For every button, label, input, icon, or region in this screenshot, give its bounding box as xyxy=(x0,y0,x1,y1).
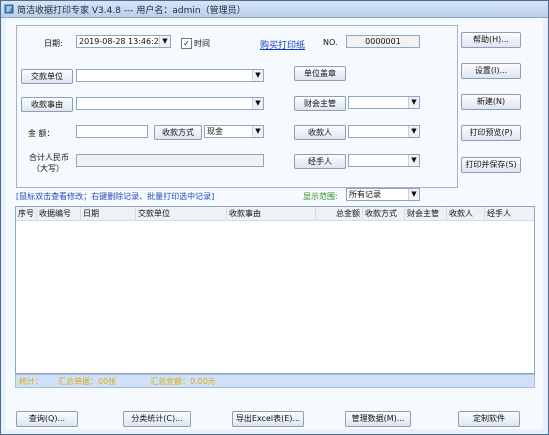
chevron-down-icon[interactable]: ▼ xyxy=(252,98,263,109)
column-receipt-number[interactable]: 收据编号 xyxy=(37,207,81,220)
payer-button[interactable]: 交款单位 xyxy=(21,69,73,84)
stamp-button[interactable]: 单位盖章 xyxy=(294,66,346,81)
checkmark-icon: ✓ xyxy=(183,39,190,48)
records-table[interactable]: 序号 收据编号 日期 交款单位 收款事由 总金额 收款方式 财会主管 收款人 经… xyxy=(15,206,535,374)
column-date[interactable]: 日期 xyxy=(81,207,136,220)
time-label: 时间 xyxy=(194,39,210,48)
payment-method-button[interactable]: 收款方式 xyxy=(154,125,202,140)
finance-manager-button[interactable]: 财会主管 xyxy=(294,96,346,111)
time-checkbox[interactable]: ✓ xyxy=(181,38,192,49)
help-button[interactable]: 帮助(H)... xyxy=(461,32,521,48)
manage-data-button[interactable]: 管理数据(M)... xyxy=(345,411,411,427)
column-reason[interactable]: 收款事由 xyxy=(227,207,316,220)
column-payment-method[interactable]: 收款方式 xyxy=(363,207,405,220)
export-excel-button[interactable]: 导出Excel表(E)... xyxy=(232,411,304,427)
main-window: 简洁收据打印专家 V3.4.8 --- 用户名：admin（管理员） 日期: 2… xyxy=(0,0,549,435)
chevron-down-icon[interactable]: ▼ xyxy=(159,36,170,47)
payment-method-select[interactable]: 现金 ▼ xyxy=(204,125,264,138)
chevron-down-icon[interactable]: ▼ xyxy=(408,189,419,200)
column-payee[interactable]: 收款人 xyxy=(447,207,485,220)
table-header: 序号 收据编号 日期 交款单位 收款事由 总金额 收款方式 财会主管 收款人 经… xyxy=(16,207,534,221)
custom-software-button[interactable]: 定制软件 xyxy=(458,411,520,427)
range-select[interactable]: 所有记录 ▼ xyxy=(346,188,420,201)
chevron-down-icon[interactable]: ▼ xyxy=(252,126,263,137)
amount-input[interactable] xyxy=(76,125,148,138)
total-rmb-note: （大写） xyxy=(32,164,64,173)
chevron-down-icon[interactable]: ▼ xyxy=(252,70,263,81)
total-rmb-label: 合计人民币 xyxy=(29,153,69,162)
status-label: 统计： xyxy=(19,377,43,386)
receipt-number-field: 0000001 xyxy=(346,35,420,48)
hint-text: [鼠标双击查看修改；右键删除记录、批量打印选中记录] xyxy=(16,192,215,201)
column-finance-manager[interactable]: 财会主管 xyxy=(405,207,447,220)
handler-select[interactable]: ▼ xyxy=(348,154,420,167)
payer-select[interactable]: ▼ xyxy=(76,69,264,82)
client-area: 日期: 2019-08-28 13:46:23 ▼ ✓ 时间 购买打印纸 NO.… xyxy=(6,18,543,429)
date-label: 日期: xyxy=(44,39,63,48)
handler-button[interactable]: 经手人 xyxy=(294,154,346,169)
print-save-button[interactable]: 打印并保存(S) xyxy=(461,157,521,173)
date-value: 2019-08-28 13:46:23 xyxy=(79,37,164,46)
date-picker[interactable]: 2019-08-28 13:46:23 ▼ xyxy=(76,35,171,48)
print-preview-button[interactable]: 打印预览(P) xyxy=(461,125,521,141)
window-title: 简洁收据打印专家 V3.4.8 --- 用户名：admin（管理员） xyxy=(17,6,246,16)
reason-button[interactable]: 收款事由 xyxy=(21,97,73,112)
chevron-down-icon[interactable]: ▼ xyxy=(408,155,419,166)
column-total-amount[interactable]: 总金额 xyxy=(316,207,363,220)
payment-method-value: 现金 xyxy=(207,127,223,136)
chevron-down-icon[interactable]: ▼ xyxy=(408,126,419,137)
buy-paper-link[interactable]: 购买打印纸 xyxy=(260,38,305,51)
title-bar: 简洁收据打印专家 V3.4.8 --- 用户名：admin（管理员） xyxy=(1,1,548,18)
column-index[interactable]: 序号 xyxy=(16,207,37,220)
total-rmb-field xyxy=(76,154,264,167)
receipt-app-icon xyxy=(4,4,14,14)
receipt-count: 汇总单据：00张 xyxy=(58,377,117,386)
category-stats-button[interactable]: 分类统计(C)... xyxy=(123,411,191,427)
settings-button[interactable]: 设置(I)... xyxy=(461,63,521,79)
new-button[interactable]: 新建(N) xyxy=(461,94,521,110)
amount-label: 金 额： xyxy=(28,129,55,138)
total-amount-summary: 汇总金额：0.00元 xyxy=(150,377,216,386)
range-label: 显示范围: xyxy=(303,192,338,201)
finance-manager-select[interactable]: ▼ xyxy=(348,96,420,109)
query-button[interactable]: 查询(Q)... xyxy=(16,411,78,427)
status-bar: 统计： 汇总单据：00张 汇总金额：0.00元 xyxy=(15,374,535,388)
column-payer[interactable]: 交款单位 xyxy=(136,207,227,220)
no-label: NO. xyxy=(323,38,338,47)
reason-select[interactable]: ▼ xyxy=(76,97,264,110)
column-handler[interactable]: 经手人 xyxy=(485,207,522,220)
range-value: 所有记录 xyxy=(349,190,381,199)
chevron-down-icon[interactable]: ▼ xyxy=(408,97,419,108)
payee-select[interactable]: ▼ xyxy=(348,125,420,138)
payee-button[interactable]: 收款人 xyxy=(294,125,346,140)
